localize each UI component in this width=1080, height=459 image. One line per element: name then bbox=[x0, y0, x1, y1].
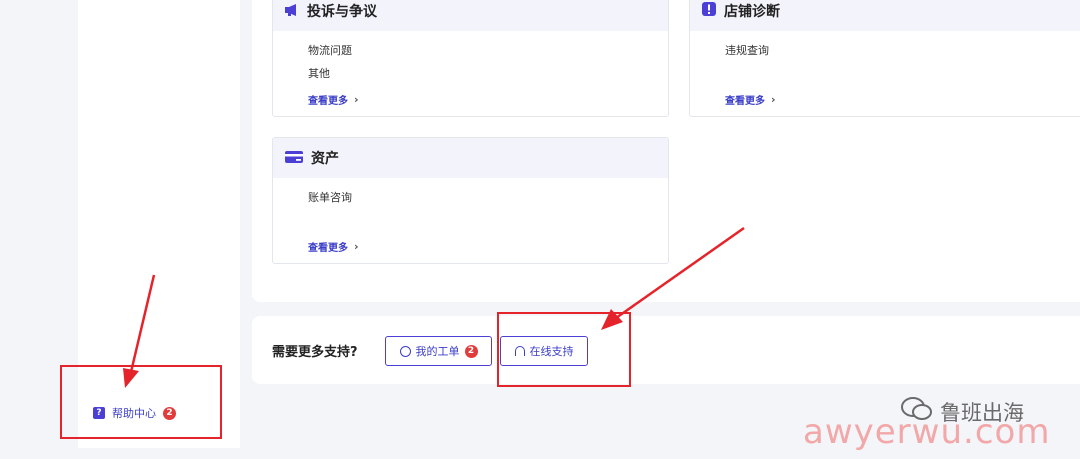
annotation-arrow-help bbox=[123, 274, 156, 388]
watermark-url: awyerwu.com bbox=[803, 412, 1051, 452]
annotation-arrows bbox=[123, 226, 745, 388]
annotation-arrow-support bbox=[601, 226, 745, 330]
